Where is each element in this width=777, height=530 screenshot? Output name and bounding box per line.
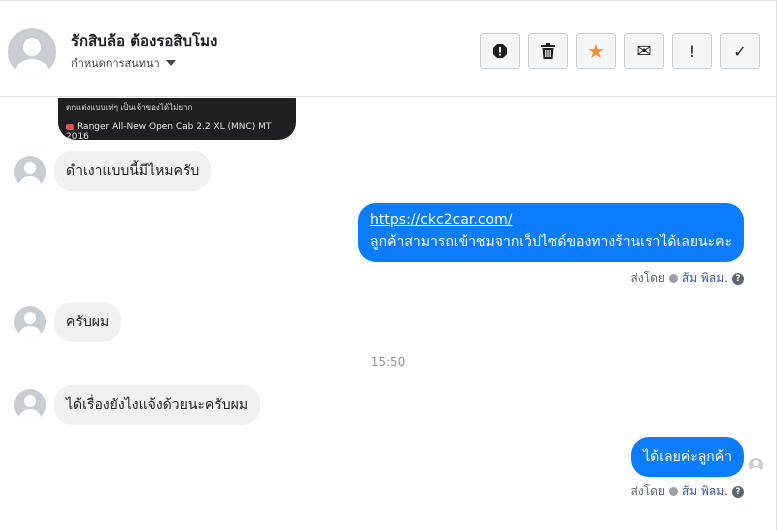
sent-by-label: ส่งโดย bbox=[630, 484, 665, 498]
seen-avatar bbox=[749, 458, 763, 472]
mark-done-button[interactable]: ✓ bbox=[720, 33, 760, 69]
message-link[interactable]: https://ckc2car.com/ bbox=[370, 212, 732, 228]
incoming-message: ได้เรื่องยังไงแจ้งด้วยนะครับผม bbox=[54, 385, 261, 425]
star-button[interactable]: ★ bbox=[576, 33, 616, 69]
sent-by-info: ส่งโดย ส้ม พิลม. ? bbox=[630, 269, 744, 288]
report-button[interactable] bbox=[480, 33, 520, 69]
conversation-header: รักสิบล้อ ต้องรอสิบโมง กำหนดการสนทนา ★ ✉… bbox=[0, 9, 776, 97]
help-icon[interactable]: ? bbox=[732, 485, 744, 498]
product-card-title: Ranger All-New Open Cab 2.2 XL (MNC) MT … bbox=[66, 122, 272, 142]
sent-check-icon bbox=[668, 274, 678, 283]
timestamp: 15:50 bbox=[370, 355, 406, 369]
exclamation-icon: ! bbox=[688, 41, 696, 61]
mark-important-button[interactable]: ! bbox=[672, 33, 712, 69]
contact-avatar-small[interactable] bbox=[14, 156, 46, 188]
car-icon bbox=[66, 123, 74, 130]
sent-by-info: ส่งโดย ส้ม พิลม. ? bbox=[630, 482, 744, 501]
chevron-down-icon bbox=[165, 60, 176, 66]
checkmark-icon: ✓ bbox=[733, 41, 747, 61]
contact-name[interactable]: รักสิบล้อ ต้องรอสิบโมง bbox=[71, 29, 217, 53]
contact-avatar-small[interactable] bbox=[14, 306, 46, 338]
product-card[interactable]: ตกแต่งแบบเท่ๆ เป็นเจ้าของได้ไม่ยาก Range… bbox=[58, 98, 296, 142]
mail-icon: ✉ bbox=[636, 40, 652, 62]
incoming-message: ครับผม bbox=[54, 302, 122, 342]
conversation-settings-label: กำหนดการสนทนา bbox=[71, 57, 160, 70]
sent-check-icon bbox=[668, 487, 678, 496]
contact-avatar[interactable] bbox=[8, 28, 56, 76]
sender-name[interactable]: ส้ม พิลม. bbox=[682, 269, 728, 288]
report-icon bbox=[493, 44, 507, 58]
contact-avatar-small[interactable] bbox=[14, 389, 46, 421]
header-actions: ★ ✉ ! ✓ bbox=[480, 33, 760, 69]
sender-name[interactable]: ส้ม พิลม. bbox=[682, 482, 728, 501]
star-icon: ★ bbox=[587, 39, 605, 63]
message-thread: ตกแต่งแบบเท่ๆ เป็นเจ้าของได้ไม่ยาก Range… bbox=[0, 98, 776, 530]
outgoing-message: https://ckc2car.com/ ลูกค้าสามารถเข้าชมจ… bbox=[358, 203, 744, 262]
trash-icon bbox=[541, 43, 555, 59]
conversation-settings-dropdown[interactable]: กำหนดการสนทนา bbox=[71, 54, 176, 72]
product-card-caption: ตกแต่งแบบเท่ๆ เป็นเจ้าของได้ไม่ยาก bbox=[66, 103, 193, 112]
help-icon[interactable]: ? bbox=[732, 272, 744, 285]
sent-by-label: ส่งโดย bbox=[630, 271, 665, 285]
outgoing-message: ได้เลยค่ะลูกค้า bbox=[631, 437, 744, 477]
outgoing-message-text: ลูกค้าสามารถเข้าชมจากเว็ปไซด์ของทางร้านเ… bbox=[370, 234, 732, 250]
mark-unread-button[interactable]: ✉ bbox=[624, 33, 664, 69]
incoming-message: ดำเงาแบบนี้มีไหมครับ bbox=[54, 151, 212, 191]
delete-button[interactable] bbox=[528, 33, 568, 69]
conversation-window: รักสิบล้อ ต้องรอสิบโมง กำหนดการสนทนา ★ ✉… bbox=[0, 0, 777, 530]
